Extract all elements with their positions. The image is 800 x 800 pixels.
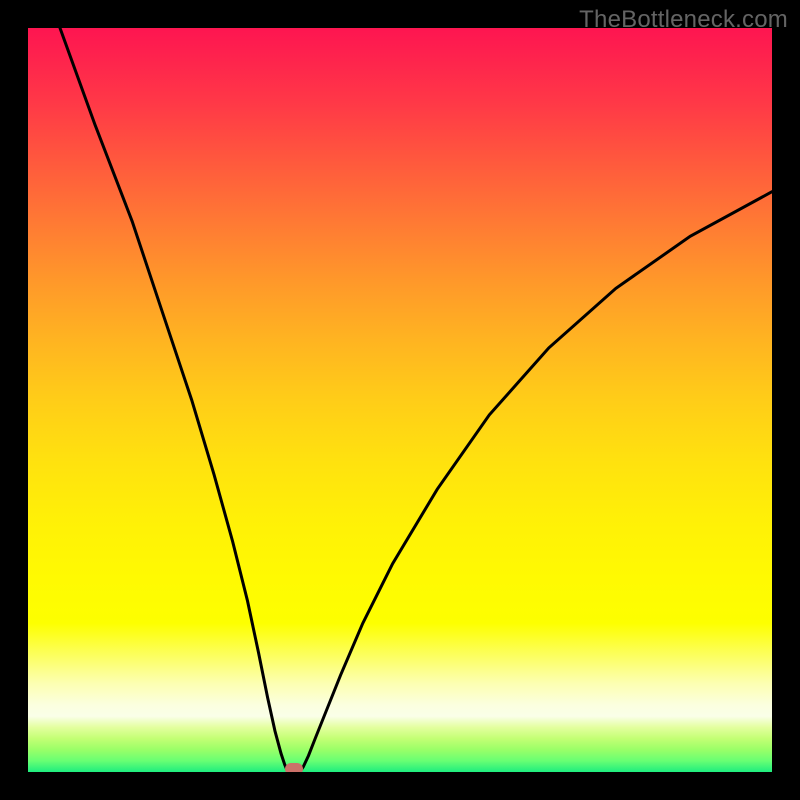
curve-right-branch — [300, 192, 772, 772]
chart-frame: TheBottleneck.com — [0, 0, 800, 800]
minimum-marker — [285, 763, 303, 772]
watermark-text: TheBottleneck.com — [579, 6, 788, 34]
curve-left-branch — [60, 28, 288, 772]
bottleneck-curve — [28, 28, 772, 772]
plot-area — [28, 28, 772, 772]
